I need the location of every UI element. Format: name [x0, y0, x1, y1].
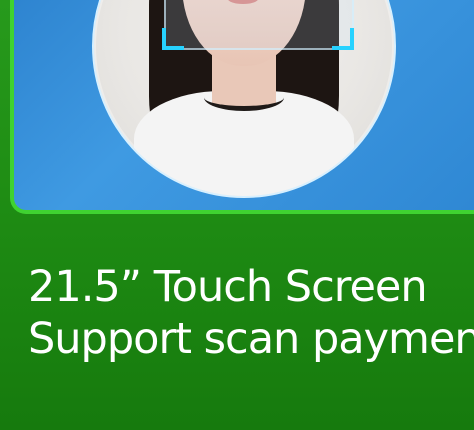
- face-recognition-screen: [10, 0, 474, 214]
- headline-line-1: 21.5” Touch Screen: [28, 262, 428, 312]
- product-banner: 21.5” Touch Screen Support scan paymen: [0, 0, 474, 430]
- face-scan-frame: [164, 0, 354, 50]
- scan-corner-bottom-right-icon: [332, 28, 354, 50]
- face-portrait-circle: [92, 0, 396, 198]
- necklace-shape: [204, 84, 284, 111]
- headline-line-2: Support scan paymen: [28, 314, 474, 364]
- scan-corner-bottom-left-icon: [162, 28, 184, 50]
